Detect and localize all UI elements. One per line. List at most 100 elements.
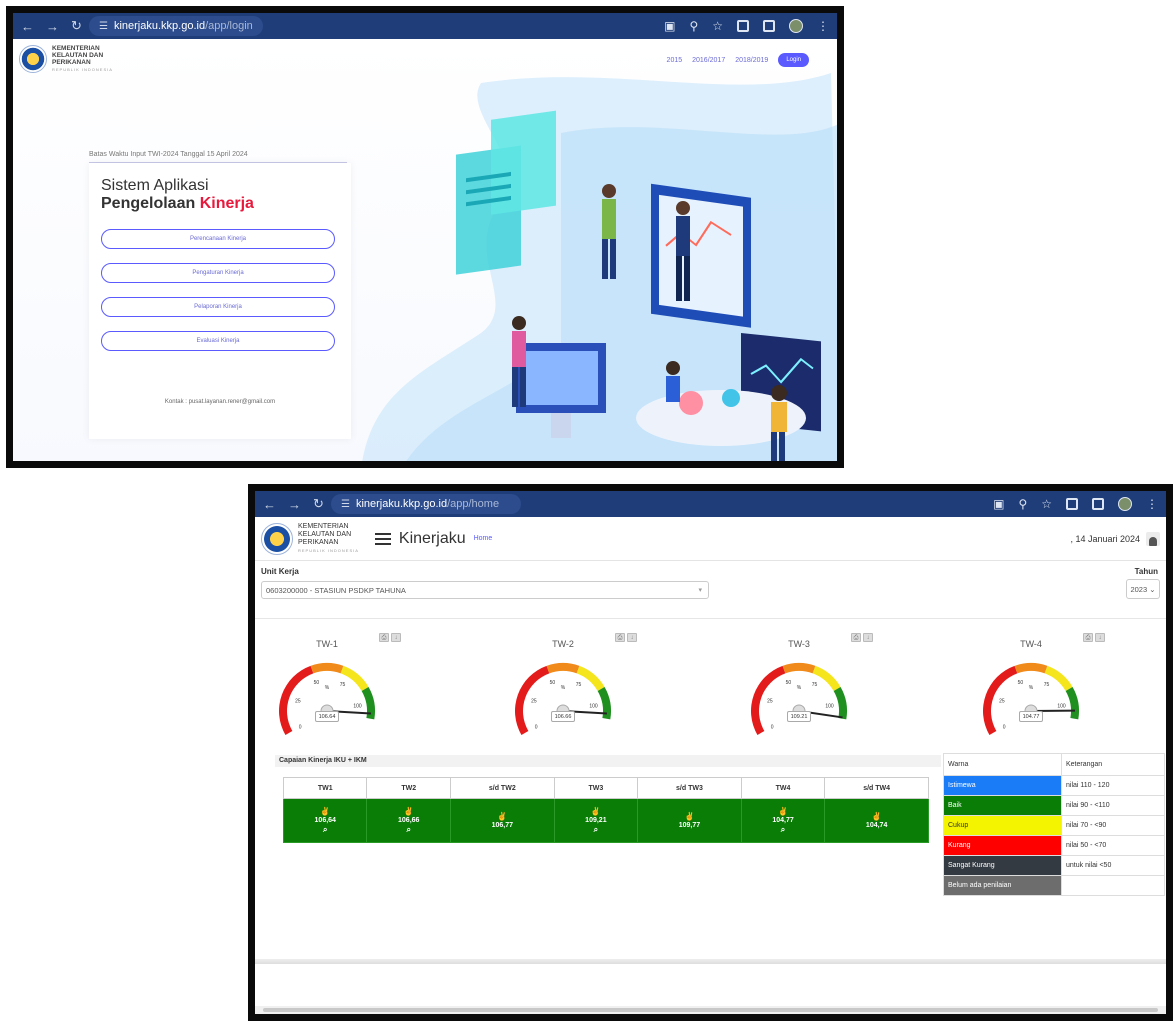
legend-desc-cell — [1061, 875, 1165, 896]
gauge-band — [597, 687, 611, 720]
legend-row: Belum ada penilaian — [943, 875, 1165, 896]
capaian-value: 109,77 — [678, 821, 701, 829]
legend-row: Cukup nilai 70 - <90 — [943, 815, 1165, 836]
filter-row: Unit Kerja 0603200000 - STASIUN PSDKP TA… — [255, 561, 1166, 619]
year-link-2018-2019[interactable]: 2018/2019 — [735, 57, 768, 64]
download-icon[interactable]: ↓ — [391, 633, 401, 642]
hamburger-menu-icon[interactable] — [374, 532, 391, 545]
profile-avatar[interactable] — [1118, 497, 1132, 511]
gauge-tw-1: TW-1 0 25 50 75 100% 106.64 ⎙ ↓ — [269, 633, 409, 743]
app-brand[interactable]: Kinerjaku — [399, 530, 466, 548]
menu-evaluasi-kinerja[interactable]: Evaluasi Kinerja — [101, 331, 335, 351]
deadline-note: Batas Waktu Input TWI-2024 Tanggal 15 Ap… — [89, 151, 347, 163]
print-icon[interactable]: ⎙ — [851, 633, 861, 642]
download-icon[interactable]: ↓ — [863, 633, 873, 642]
gauge-label: TW-3 — [788, 639, 810, 649]
print-icon[interactable]: ⎙ — [1083, 633, 1093, 642]
back-icon[interactable]: ← — [21, 19, 34, 34]
gauge-row: TW-1 0 25 50 75 100% 106.64 ⎙ ↓ TW-2 0 25 50 75 100% 10… — [255, 619, 1166, 747]
download-icon[interactable]: ↓ — [1095, 633, 1105, 642]
search-icon[interactable]: ⌕ — [742, 825, 824, 834]
chevron-down-icon: ▾ — [698, 587, 702, 594]
unit-kerja-select[interactable]: 0603200000 - STASIUN PSDKP TAHUNA ▾ — [261, 581, 709, 599]
kkp-emblem-icon — [261, 522, 293, 555]
gauge-actions: ⎙ ↓ — [379, 633, 401, 642]
gauge-tick-label: 50 — [786, 680, 792, 686]
gauge-tick-label: 75 — [1044, 682, 1050, 688]
gauge-actions: ⎙ ↓ — [1083, 633, 1105, 642]
gauge-value: 106.64 — [315, 711, 339, 722]
gauge-label: TW-1 — [316, 639, 338, 649]
menu-kebab-icon[interactable]: ⋮ — [817, 19, 829, 33]
legend-row: Istimewa nilai 110 - 120 — [943, 775, 1165, 796]
thumbs-up-icon: ✌ — [684, 811, 695, 821]
search-icon[interactable]: ⌕ — [367, 825, 449, 834]
url-host: kinerjaku.kkp.go.id — [113, 20, 206, 32]
year-nav: 2015 2016/2017 2018/2019 Login — [667, 53, 809, 67]
app-title-highlight: Kinerja — [199, 195, 254, 212]
home-window: ← → ↻ ☰ kinerjaku.kkp.go.id/app/home ▣ ⚲… — [248, 484, 1173, 1021]
menu-perencanaan-kinerja[interactable]: Perencanaan Kinerja — [101, 229, 335, 249]
legend-desc-cell: nilai 50 - <70 — [1061, 835, 1165, 856]
horizontal-scrollbar[interactable] — [255, 1006, 1166, 1014]
menu-kebab-icon[interactable]: ⋮ — [1146, 497, 1158, 511]
org-line2: KELAUTAN DAN — [298, 530, 352, 538]
extensions-icon[interactable] — [1066, 498, 1078, 510]
gauge-dial: TW-1 0 25 50 75 100% — [279, 639, 375, 735]
reload-icon[interactable]: ↻ — [313, 496, 324, 512]
gauge-tick-label: 0 — [1003, 725, 1006, 731]
login-card: Sistem Aplikasi Pengelolaan Kinerja Pere… — [89, 163, 351, 439]
search-icon[interactable]: ⌕ — [284, 825, 366, 834]
bookmark-star-icon[interactable]: ☆ — [1041, 497, 1052, 511]
gauge-band — [782, 663, 816, 674]
legend-desc-cell: nilai 90 - <110 — [1061, 795, 1165, 816]
app-header: KEMENTERIAN KELAUTAN DAN PERIKANAN REPUB… — [255, 517, 1166, 561]
profile-avatar[interactable] — [789, 19, 803, 33]
login-button[interactable]: Login — [778, 53, 809, 67]
office-illustration — [362, 73, 837, 461]
chart-board — [651, 183, 751, 328]
side-panel-icon[interactable] — [763, 20, 775, 32]
capaian-value: 106,64 — [314, 817, 336, 824]
capaian-value-cell: ✌ 109,21 ⌕ — [553, 798, 639, 843]
address-bar[interactable]: ☰ kinerjaku.kkp.go.id/app/home — [331, 494, 521, 514]
zoom-icon[interactable]: ⚲ — [689, 19, 698, 33]
tahun-select[interactable]: 2023 ⌄ — [1126, 579, 1160, 599]
forward-icon[interactable]: → — [46, 19, 59, 34]
breadcrumb-home[interactable]: Home — [474, 535, 493, 542]
print-icon[interactable]: ⎙ — [379, 633, 389, 642]
gauge-unit: % — [1029, 685, 1034, 691]
site-settings-icon[interactable]: ☰ — [99, 21, 108, 32]
tahun-value: 2023 — [1130, 584, 1148, 594]
legend-row: Sangat Kurang untuk nilai <50 — [943, 855, 1165, 876]
gauge-band — [1014, 663, 1048, 674]
browser-toolbar: ← → ↻ ☰ kinerjaku.kkp.go.id/app/home ▣ ⚲… — [255, 491, 1166, 517]
menu-pelaporan-kinerja[interactable]: Pelaporan Kinerja — [101, 297, 335, 317]
translate-icon[interactable]: ▣ — [664, 19, 675, 33]
year-link-2016-2017[interactable]: 2016/2017 — [692, 57, 725, 64]
translate-icon[interactable]: ▣ — [993, 497, 1004, 511]
unit-kerja-value: 0603200000 - STASIUN PSDKP TAHUNA — [266, 585, 406, 595]
address-bar[interactable]: ☰ kinerjaku.kkp.go.id/app/login — [89, 16, 263, 36]
gauge-tick-label: 0 — [299, 725, 302, 731]
gauge-label: TW-2 — [552, 639, 574, 649]
forward-icon[interactable]: → — [288, 497, 301, 512]
gauge-unit: % — [561, 685, 566, 691]
reload-icon[interactable]: ↻ — [71, 18, 82, 34]
legend-row: Kurang nilai 50 - <70 — [943, 835, 1165, 856]
extensions-icon[interactable] — [737, 20, 749, 32]
back-icon[interactable]: ← — [263, 497, 276, 512]
menu-pengaturan-kinerja[interactable]: Pengaturan Kinerja — [101, 263, 335, 283]
current-date: , 14 Januari 2024 — [1070, 533, 1140, 544]
side-panel-icon[interactable] — [1092, 498, 1104, 510]
user-icon[interactable] — [1146, 531, 1160, 546]
download-icon[interactable]: ↓ — [627, 633, 637, 642]
search-icon[interactable]: ⌕ — [555, 825, 637, 834]
zoom-icon[interactable]: ⚲ — [1018, 497, 1027, 511]
legend-header-color: Warna — [943, 753, 1062, 776]
org-line1: KEMENTERIAN — [52, 45, 100, 52]
site-settings-icon[interactable]: ☰ — [341, 499, 350, 510]
bookmark-star-icon[interactable]: ☆ — [712, 19, 723, 33]
year-link-2015[interactable]: 2015 — [667, 57, 683, 64]
print-icon[interactable]: ⎙ — [615, 633, 625, 642]
